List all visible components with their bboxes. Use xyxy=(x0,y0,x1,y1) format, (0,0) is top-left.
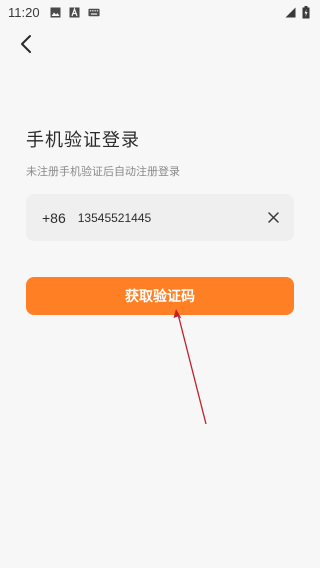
text-a-icon xyxy=(69,6,81,18)
status-icons-left xyxy=(50,6,100,18)
back-button[interactable] xyxy=(12,32,40,60)
chevron-left-icon xyxy=(19,34,33,58)
page-subtitle: 未注册手机验证后自动注册登录 xyxy=(26,165,180,178)
status-time: 11:20 xyxy=(8,4,40,20)
clear-input-button[interactable] xyxy=(262,207,284,229)
phone-input[interactable]: 13545521445 xyxy=(78,211,262,225)
get-code-button[interactable]: 获取验证码 xyxy=(26,277,294,315)
page-title: 手机验证登录 xyxy=(26,130,140,151)
status-icons-right xyxy=(284,5,312,18)
close-icon xyxy=(267,208,279,227)
keyboard-icon xyxy=(88,6,100,18)
signal-icon xyxy=(284,6,296,18)
battery-charging-icon xyxy=(300,5,312,18)
phone-field[interactable]: +86 13545521445 xyxy=(26,194,294,241)
country-code-selector[interactable]: +86 xyxy=(42,210,66,226)
status-bar: 11:20 xyxy=(0,0,320,24)
image-icon xyxy=(50,6,62,18)
